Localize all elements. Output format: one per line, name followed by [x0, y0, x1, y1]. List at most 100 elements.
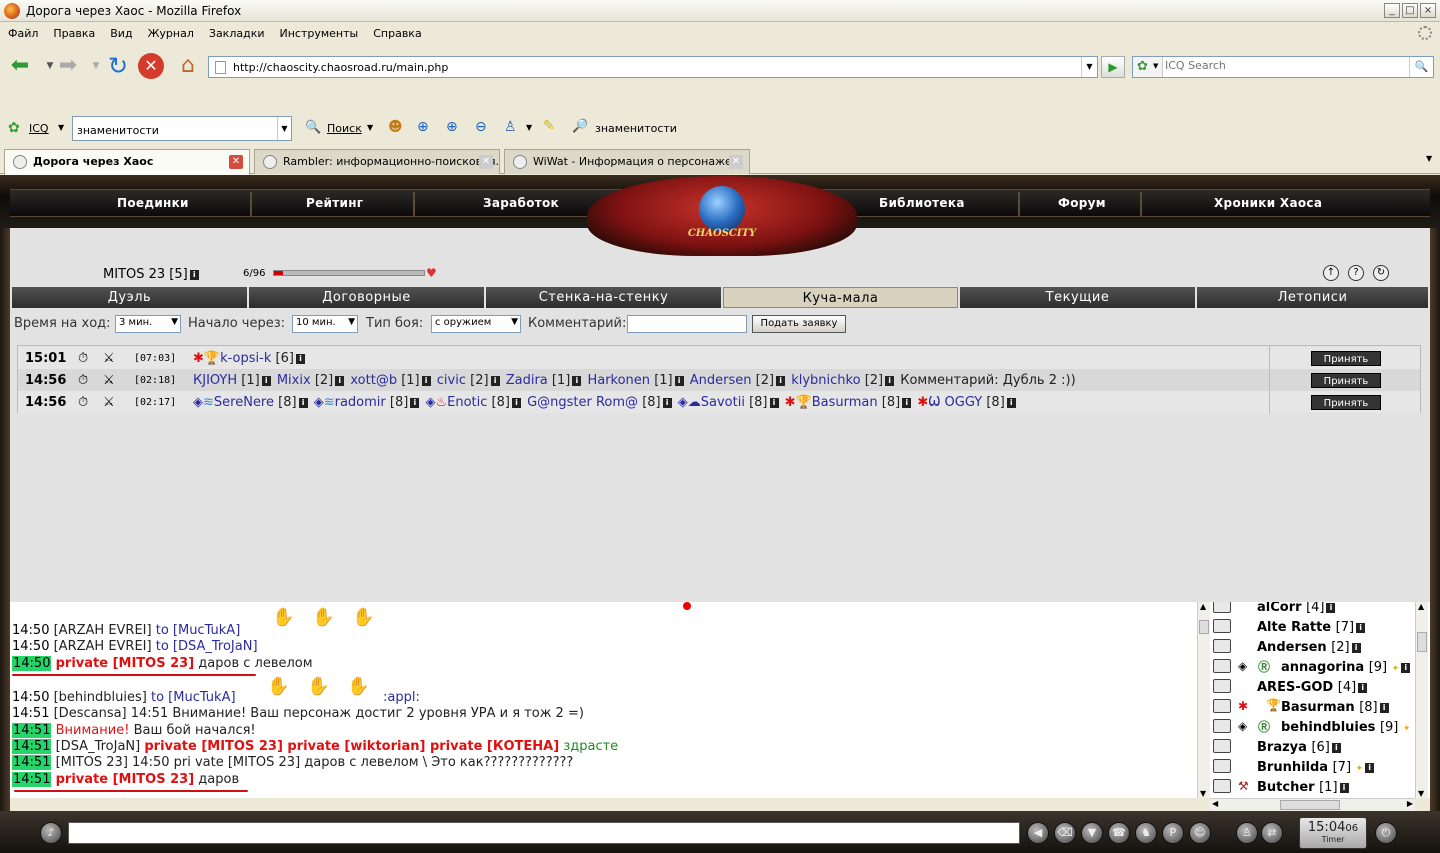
user-name[interactable]: behindbluies: [1281, 720, 1375, 735]
info-icon[interactable]: i: [261, 375, 271, 386]
fight-tab-duel[interactable]: Дуэль: [12, 287, 247, 308]
user-name[interactable]: annagorina: [1281, 660, 1364, 675]
info-icon[interactable]: i: [410, 397, 420, 408]
go-button[interactable]: ▶: [1101, 56, 1125, 78]
chat-timestamp[interactable]: 14:51: [12, 706, 49, 721]
user-name[interactable]: Brunhilda: [1257, 760, 1328, 775]
translit-icon[interactable]: Р: [1162, 822, 1184, 844]
info-icon[interactable]: i: [1326, 603, 1336, 613]
fight-tab-chaos[interactable]: Куча-мала: [723, 287, 958, 308]
tab-wiwat[interactable]: WiWat - Информация о персонаже ✕: [504, 149, 750, 174]
private-message-icon[interactable]: [1213, 719, 1231, 733]
player-link[interactable]: Basurman: [812, 395, 878, 410]
chat-sender[interactable]: [DSA_TroJaN]: [56, 739, 141, 754]
user-item[interactable]: Brunhilda [7] ✦ i: [1210, 757, 1415, 777]
info-icon[interactable]: i: [335, 375, 345, 386]
accept-button[interactable]: Принять: [1311, 372, 1381, 388]
type-select[interactable]: с оружием ▼: [431, 315, 521, 333]
chat-timestamp[interactable]: 14:50: [12, 623, 49, 638]
private-message-icon[interactable]: [1213, 602, 1231, 613]
info-icon[interactable]: i: [885, 375, 895, 386]
search-icon[interactable]: 🔍: [1409, 57, 1433, 77]
menu-bookmarks[interactable]: Закладки: [209, 27, 265, 40]
tab-close-icon[interactable]: ✕: [729, 155, 743, 169]
help-icon[interactable]: ?: [1348, 265, 1364, 281]
chat-private-tag[interactable]: private [MITOS 23]: [56, 772, 195, 787]
user-item[interactable]: Andersen [2] i: [1210, 637, 1415, 657]
back-icon[interactable]: ⬅: [6, 52, 34, 80]
scroll-left-icon[interactable]: ◀: [1212, 799, 1218, 808]
info-icon[interactable]: i: [298, 397, 308, 408]
info-icon[interactable]: i: [1365, 763, 1375, 773]
user-name[interactable]: Brazya: [1257, 740, 1307, 755]
url-dropdown-icon[interactable]: ▼: [1081, 57, 1097, 77]
nav-earnings[interactable]: Заработок: [483, 196, 559, 210]
menu-help[interactable]: Справка: [373, 27, 421, 40]
info-icon[interactable]: i: [1331, 743, 1341, 753]
chat-input[interactable]: [68, 822, 1020, 844]
search-bar[interactable]: ✿▼ 🔍: [1132, 56, 1434, 78]
player-link[interactable]: xott@b: [350, 373, 397, 388]
character-icon[interactable]: ♙: [1236, 822, 1258, 844]
info-icon[interactable]: i: [1358, 683, 1368, 693]
user-item[interactable]: ARES-GOD [4] i: [1210, 677, 1415, 697]
sound-icon[interactable]: ♪: [40, 822, 62, 844]
user-dropdown-icon[interactable]: ▼: [526, 123, 532, 132]
tab-close-icon[interactable]: ✕: [229, 155, 243, 169]
scroll-thumb[interactable]: [1417, 632, 1427, 652]
search-input[interactable]: [1165, 59, 1405, 72]
info-icon[interactable]: i: [769, 397, 779, 408]
icq-dropdown-icon[interactable]: ▼: [58, 123, 64, 132]
info-icon[interactable]: i: [1006, 397, 1016, 408]
private-message-icon[interactable]: [1213, 619, 1231, 633]
accept-button[interactable]: Принять: [1311, 350, 1381, 366]
fight-tab-chronicles[interactable]: Летописи: [1197, 287, 1428, 308]
player-link[interactable]: Mixix: [277, 373, 311, 388]
stop-icon[interactable]: ✕: [138, 53, 164, 79]
player-link[interactable]: SereNere: [214, 395, 274, 410]
player-link[interactable]: Savotii: [701, 395, 745, 410]
start-select[interactable]: 10 мин. ▼: [292, 315, 358, 333]
chat-sender[interactable]: [behindbluies]: [54, 690, 147, 705]
scroll-down-icon[interactable]: ▼: [1200, 789, 1206, 798]
scroll-down-icon[interactable]: ▼: [1418, 789, 1424, 798]
tab-rambler[interactable]: Rambler: информационно-поисковая... ✕: [254, 149, 500, 174]
menu-view[interactable]: Вид: [110, 27, 132, 40]
chaoscity-logo[interactable]: CHAOSCITY: [587, 176, 857, 256]
tab-close-icon[interactable]: ✕: [479, 155, 493, 169]
nav-duels[interactable]: Поединки: [117, 196, 189, 210]
comment-input[interactable]: [627, 315, 747, 333]
chat-private-tag[interactable]: private [MITOS 23]: [56, 656, 195, 671]
mask-icon[interactable]: ☻: [388, 119, 403, 135]
switch-icon[interactable]: ⇄: [1261, 822, 1283, 844]
menu-edit[interactable]: Правка: [53, 27, 95, 40]
maximize-button[interactable]: □: [1402, 3, 1418, 18]
menu-history[interactable]: Журнал: [148, 27, 194, 40]
player-link[interactable]: G@ngster Rom@: [527, 395, 638, 410]
user-item[interactable]: alCorr [4] i: [1210, 602, 1415, 617]
chat-timestamp[interactable]: 14:51: [12, 772, 52, 787]
users-hscrollbar[interactable]: ◀ ▶: [1210, 798, 1415, 811]
chat-timestamp[interactable]: 14:50: [12, 690, 49, 705]
reload-icon[interactable]: ↻: [104, 52, 132, 80]
chat-timestamp[interactable]: 14:50: [12, 639, 49, 654]
user-name[interactable]: Alte Ratte: [1257, 620, 1331, 635]
user-name[interactable]: Andersen: [1257, 640, 1327, 655]
contacts-icon[interactable]: ☎: [1108, 822, 1130, 844]
player-link[interactable]: OGGY: [945, 395, 983, 410]
player-link[interactable]: radomir: [335, 395, 386, 410]
user-item[interactable]: Brazya [6] i: [1210, 737, 1415, 757]
chat-recipient[interactable]: to [MucTukA]: [151, 690, 236, 705]
chat-private-tag[interactable]: private [MITOS 23] private [wiktorian] p…: [144, 739, 559, 754]
walk-icon[interactable]: ♞: [1135, 822, 1157, 844]
player-link[interactable]: КЈIOYH: [193, 373, 237, 388]
fight-tab-wall[interactable]: Стенка-на-стенку: [486, 287, 721, 308]
search-engine-icon[interactable]: ✿ ▼: [1133, 57, 1163, 77]
info-icon[interactable]: i: [189, 270, 199, 280]
chat-scrollbar[interactable]: ▲ ▼: [1197, 602, 1210, 798]
player-link[interactable]: Zadira: [506, 373, 548, 388]
info-icon[interactable]: i: [295, 353, 305, 364]
eraser-icon[interactable]: ⌫: [1054, 822, 1076, 844]
find-icon[interactable]: 🔎: [572, 119, 588, 134]
icq-button[interactable]: ICQ: [29, 122, 49, 135]
